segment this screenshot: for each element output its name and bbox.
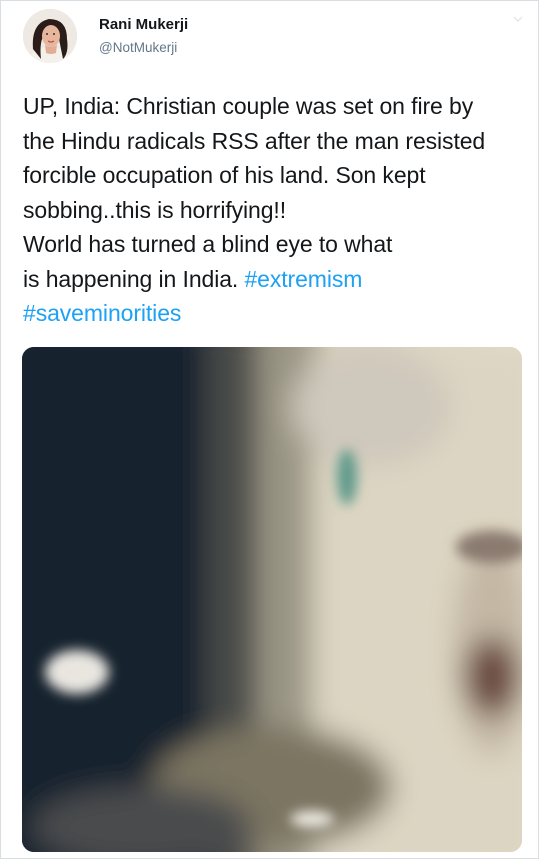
user-names: Rani Mukerji @NotMukerji (99, 16, 188, 56)
tweet-text-segment: is happening in India. (23, 265, 245, 292)
avatar[interactable] (23, 9, 77, 63)
user-handle[interactable]: @NotMukerji (99, 40, 188, 56)
tweet-card: Rani Mukerji @NotMukerji UP, India: Chri… (0, 0, 539, 859)
tweet-text-line: UP, India: Christian couple was set on f… (23, 93, 474, 119)
tweet-text-line: sobbing..this is horrifying!! (23, 196, 287, 223)
tweet-text-line: the Hindu radicals RSS after the man res… (23, 127, 486, 154)
tweet-text-line: World has turned a blind eye to what (23, 231, 393, 257)
display-name[interactable]: Rani Mukerji (99, 16, 188, 34)
tweet-text-line-with-hashtag: is happening in India. #extremism (23, 262, 528, 297)
tweet-header: Rani Mukerji @NotMukerji (23, 9, 188, 69)
hashtag-link[interactable]: #extremism (244, 266, 362, 292)
tweet-text-line: forcible occupation of his land. Son kep… (23, 162, 426, 188)
avatar-photo (23, 9, 77, 63)
chevron-down-icon[interactable] (512, 13, 524, 25)
tweet-text-line-with-hashtag: #saveminorities (23, 296, 528, 331)
hashtag-link[interactable]: #saveminorities (23, 300, 181, 326)
tweet-text: UP, India: Christian couple was set on f… (23, 89, 528, 331)
tweet-media-image[interactable] (22, 347, 522, 852)
